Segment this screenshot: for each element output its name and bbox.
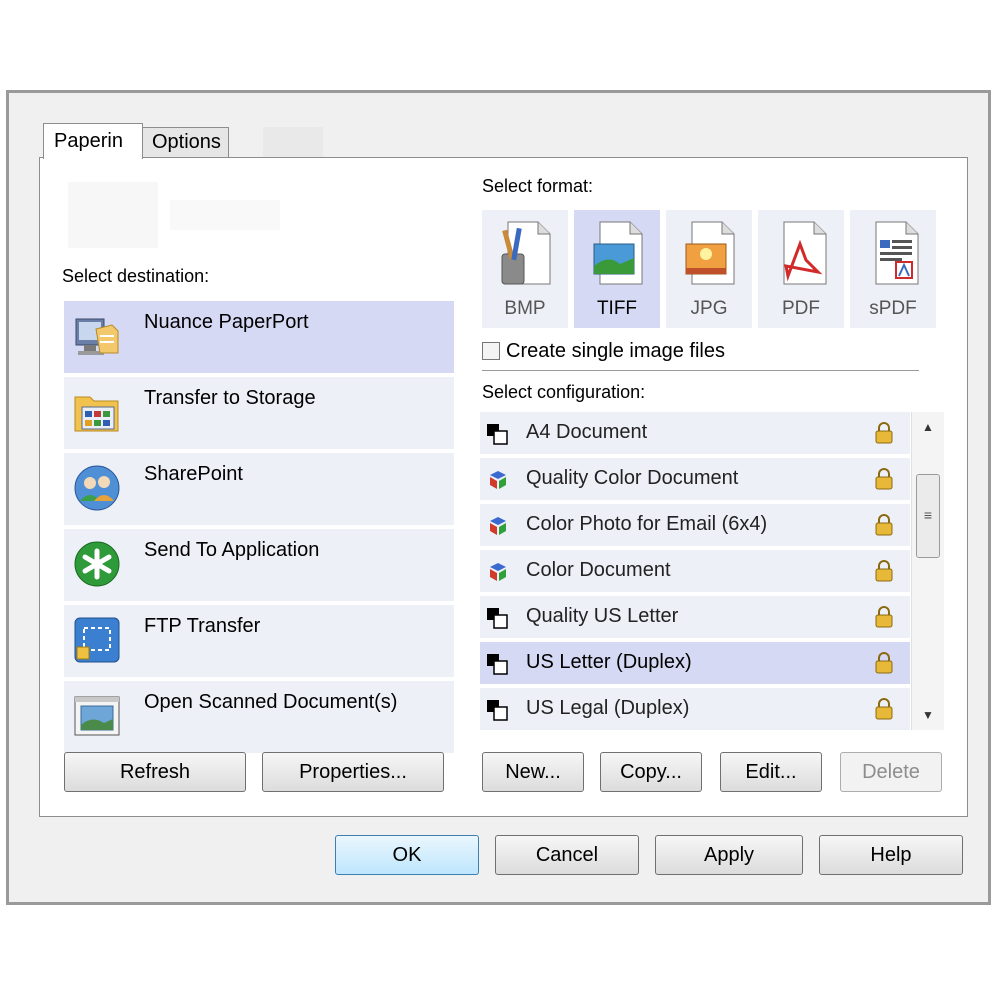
- configuration-item-color-photo-for-email[interactable]: Color Photo for Email (6x4): [480, 504, 910, 546]
- format-pdf[interactable]: PDF: [758, 210, 844, 328]
- select-destination-label: Select destination:: [62, 266, 210, 286]
- configuration-label: A4 Document: [526, 421, 648, 443]
- destination-item-ftp-transfer[interactable]: FTP Transfer: [64, 605, 454, 677]
- configuration-item-us-legal-duplex[interactable]: US Legal (Duplex): [480, 688, 910, 730]
- select-configuration-label: Select configuration:: [482, 382, 646, 402]
- cancel-button[interactable]: Cancel: [495, 835, 639, 875]
- destination-label: Open Scanned Document(s): [144, 691, 398, 713]
- new-configuration-button[interactable]: New...: [482, 752, 584, 792]
- configuration-item-quality-color-document[interactable]: Quality Color Document: [480, 458, 910, 500]
- edit-configuration-button[interactable]: Edit...: [720, 752, 822, 792]
- configuration-label: Color Photo for Email (6x4): [526, 513, 768, 535]
- scrollbar-thumb[interactable]: ≡: [916, 474, 940, 558]
- format-label: TIFF: [596, 298, 638, 319]
- format-label: sPDF: [869, 298, 917, 319]
- spdf-icon: [875, 221, 919, 285]
- paperin-tab-panel: Select destination: Nuance PaperPort Tra…: [39, 157, 968, 817]
- apply-button[interactable]: Apply: [655, 835, 803, 875]
- destination-list[interactable]: Nuance PaperPort Transfer to Storage Sha…: [64, 301, 454, 757]
- format-label: BMP: [504, 298, 546, 319]
- sharepoint-icon: [74, 465, 120, 511]
- lock-icon: [875, 468, 893, 490]
- destination-item-open-scanned-documents[interactable]: Open Scanned Document(s): [64, 681, 454, 753]
- bmp-icon: [501, 221, 551, 285]
- configuration-item-us-letter-duplex[interactable]: US Letter (Duplex): [480, 642, 910, 684]
- destination-item-send-to-application[interactable]: Send To Application: [64, 529, 454, 601]
- lock-icon: [875, 606, 893, 628]
- create-single-image-files-option[interactable]: Create single image files: [482, 340, 725, 363]
- format-jpg[interactable]: JPG: [666, 210, 752, 328]
- copy-configuration-button[interactable]: Copy...: [600, 752, 702, 792]
- scroll-down-arrow-icon[interactable]: ▼: [912, 700, 944, 730]
- jpg-icon: [685, 221, 735, 285]
- destination-item-sharepoint[interactable]: SharePoint: [64, 453, 454, 525]
- delete-configuration-button[interactable]: Delete: [840, 752, 942, 792]
- destination-label: Nuance PaperPort: [144, 311, 309, 333]
- bw-document-icon: [487, 424, 508, 445]
- lock-icon: [875, 652, 893, 674]
- lock-icon: [875, 560, 893, 582]
- bw-document-icon: [487, 654, 508, 675]
- configuration-scrollbar[interactable]: ▲ ≡ ▼: [911, 412, 944, 730]
- format-tiff[interactable]: TIFF: [574, 210, 660, 328]
- configuration-item-a4-document[interactable]: A4 Document: [480, 412, 910, 454]
- format-bmp[interactable]: BMP: [482, 210, 568, 328]
- configuration-label: Quality Color Document: [526, 467, 739, 489]
- configuration-label: US Legal (Duplex): [526, 697, 690, 719]
- destination-label: SharePoint: [144, 463, 243, 485]
- lock-icon: [875, 514, 893, 536]
- color-document-icon: [490, 517, 506, 535]
- format-label: PDF: [782, 298, 820, 319]
- ftp-transfer-icon: [74, 617, 120, 663]
- send-to-application-icon: [74, 541, 120, 587]
- storage-folder-icon: [74, 396, 119, 432]
- destination-item-transfer-to-storage[interactable]: Transfer to Storage: [64, 377, 454, 449]
- configuration-item-color-document[interactable]: Color Document: [480, 550, 910, 592]
- format-spdf[interactable]: sPDF: [850, 210, 936, 328]
- configuration-list[interactable]: A4 Document Quality Color Document Color…: [480, 412, 910, 734]
- product-logo-watermark: [68, 182, 158, 248]
- configuration-label: US Letter (Duplex): [526, 651, 692, 673]
- lock-icon: [875, 422, 893, 444]
- lock-icon: [875, 698, 893, 720]
- ok-button[interactable]: OK: [335, 835, 479, 875]
- configuration-item-quality-us-letter[interactable]: Quality US Letter: [480, 596, 910, 638]
- paperport-icon: [75, 318, 119, 355]
- scanner-properties-dialog: Paperin Options Select destination: Nuan…: [6, 90, 991, 905]
- bw-document-icon: [487, 700, 508, 721]
- scroll-up-arrow-icon[interactable]: ▲: [912, 412, 944, 442]
- open-document-icon: [74, 696, 120, 736]
- destination-label: Transfer to Storage: [144, 387, 316, 409]
- configuration-label: Color Document: [526, 559, 671, 581]
- configuration-label: Quality US Letter: [526, 605, 679, 627]
- color-document-icon: [490, 563, 506, 581]
- tab-options[interactable]: Options: [141, 127, 229, 157]
- tab-paperin[interactable]: Paperin: [43, 123, 143, 159]
- format-label: JPG: [690, 298, 728, 319]
- refresh-button[interactable]: Refresh: [64, 752, 246, 792]
- destination-label: FTP Transfer: [144, 615, 261, 637]
- bw-document-icon: [487, 608, 508, 629]
- format-separator: [482, 370, 919, 371]
- properties-button[interactable]: Properties...: [262, 752, 444, 792]
- create-single-image-files-label: Create single image files: [506, 340, 725, 362]
- destination-label: Send To Application: [144, 539, 320, 561]
- create-single-image-files-checkbox[interactable]: [482, 342, 500, 360]
- pdf-icon: [783, 221, 827, 285]
- help-button[interactable]: Help: [819, 835, 963, 875]
- color-document-icon: [490, 471, 506, 489]
- select-format-label: Select format:: [482, 176, 594, 196]
- tiff-icon: [593, 221, 643, 285]
- tab-strip-filler: [263, 127, 323, 157]
- product-name-watermark: [170, 200, 280, 230]
- destination-item-nuance-paperport[interactable]: Nuance PaperPort: [64, 301, 454, 373]
